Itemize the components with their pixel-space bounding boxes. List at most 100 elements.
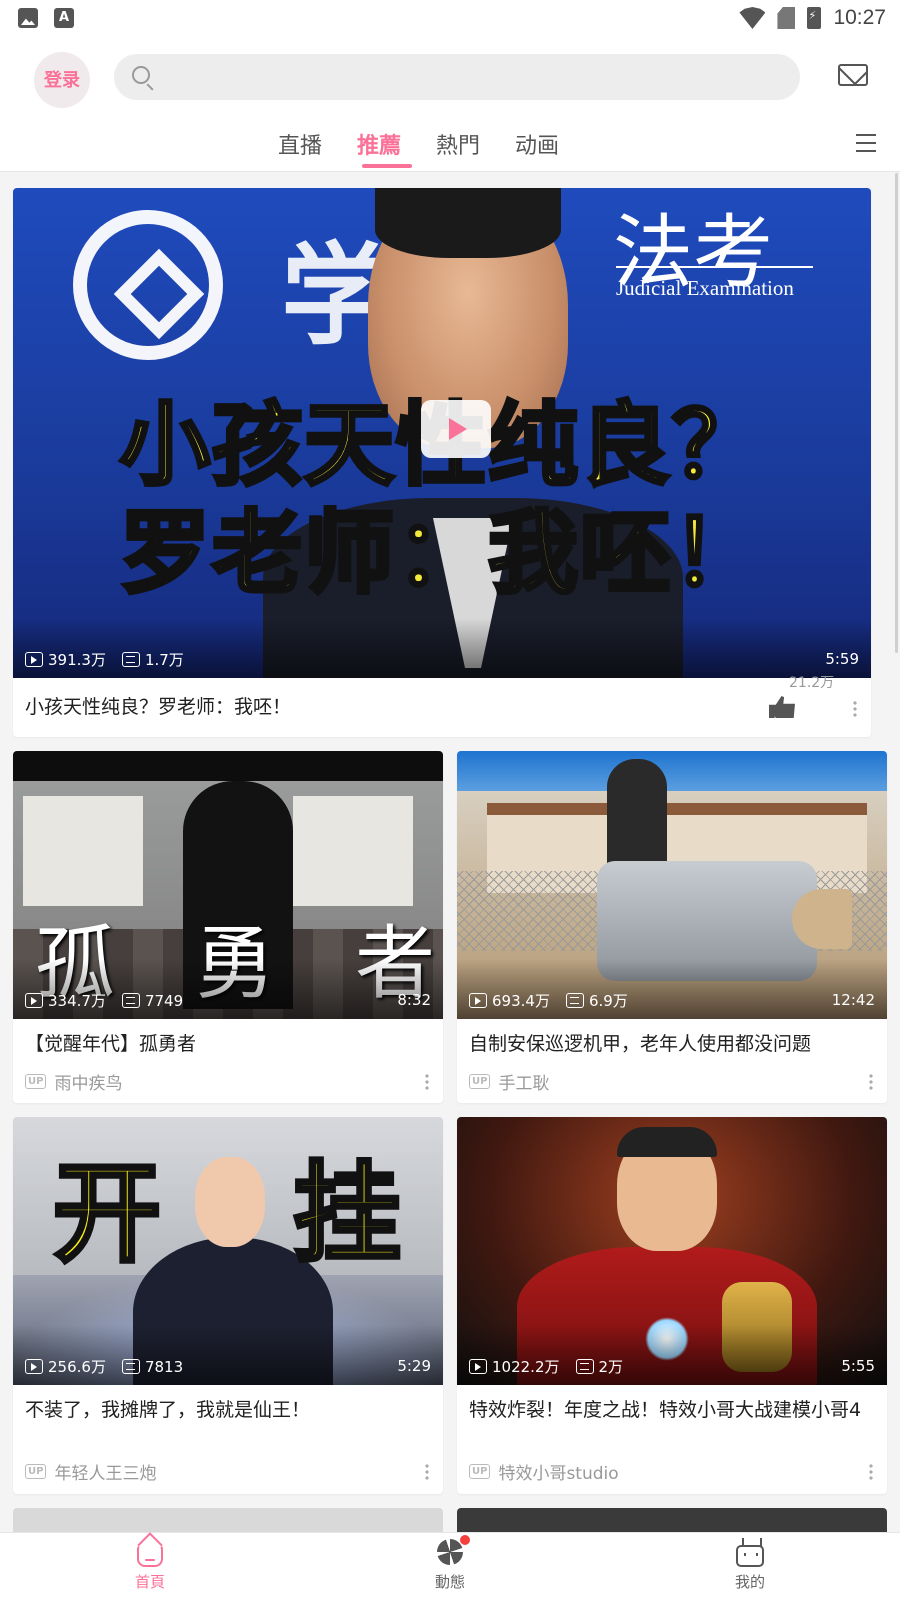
search-input[interactable] [114,54,800,100]
image-icon [18,8,38,28]
video-stats: 391.3万 1.7万 [25,649,184,670]
featured-video-card[interactable]: 学 法考 Judicial Examination 小孩天性纯良？ 罗老师：我呸… [13,188,871,737]
uploader-name: 特效小哥studio [498,1464,619,1484]
nav-home[interactable]: 首頁 [110,1539,190,1592]
mail-icon[interactable] [838,64,868,86]
up-badge-icon: UP [25,1464,47,1479]
video-stats: 693.4万 6.9万 [469,990,628,1011]
views-icon [469,993,487,1008]
more-options-icon[interactable] [869,1073,873,1091]
video-title[interactable]: 【觉醒年代】孤勇者 [25,1032,196,1057]
person-hair [375,188,561,258]
nav-label: 首頁 [134,1573,165,1591]
brand-subtitle: Judicial Examination [616,276,794,300]
video-card-partial[interactable] [13,1508,443,1532]
active-tab-indicator [362,164,412,168]
protest-banner [23,796,143,906]
bottom-navigation: 首頁 動態 我的 [0,1532,900,1600]
views-icon [25,1359,43,1374]
video-duration: 5:55 [841,1357,875,1375]
like-count: 21.2万 [789,675,835,691]
video-duration: 5:59 [825,650,859,668]
more-options-icon[interactable] [853,700,857,718]
video-card[interactable]: 开 挂 256.6万 7813 5:29 不装了，我摊牌了，我就是仙王！ UP … [13,1117,443,1494]
danmaku-count: 1.7万 [144,651,184,669]
nav-label: 動態 [434,1573,465,1591]
up-badge-icon: UP [469,1074,491,1089]
video-thumbnail[interactable]: 1022.2万 2万 5:55 [457,1117,887,1385]
video-card[interactable]: 孤 勇 者 334.7万 7749 8:32 【觉醒年代】孤勇者 UP 雨中疾鸟 [13,751,443,1103]
uploader[interactable]: UP 年轻人王三炮 [25,1459,156,1484]
person-hair [617,1127,717,1157]
more-options-icon[interactable] [425,1463,429,1481]
video-title[interactable]: 特效炸裂！年度之战！特效小哥大战建模小哥4 [469,1398,869,1423]
danmaku-count: 7813 [144,1357,184,1376]
uploader[interactable]: UP 雨中疾鸟 [25,1069,122,1094]
featured-thumbnail[interactable]: 学 法考 Judicial Examination 小孩天性纯良？ 罗老师：我呸… [13,188,871,678]
video-title[interactable]: 不装了，我摊牌了，我就是仙王！ [25,1398,310,1423]
overlay-line-2: 罗老师：我呸！ [118,499,764,608]
uploader-name: 手工耿 [498,1074,550,1094]
danmaku-icon [121,652,140,667]
nav-dynamic[interactable]: 動態 [410,1535,490,1592]
danmaku-count: 6.9万 [588,992,628,1010]
person-face [195,1157,265,1247]
views-icon [25,993,43,1008]
views-icon [25,652,43,667]
thumbnail-overlay-text: 挂 [291,1150,403,1279]
video-stats: 334.7万 7749 [25,990,183,1011]
view-count: 256.6万 [48,1358,106,1376]
view-count: 391.3万 [48,651,106,669]
up-badge-icon: UP [469,1464,491,1479]
tab-recommended[interactable]: 推薦 [357,128,401,160]
tv-icon [736,1545,764,1567]
play-icon[interactable] [421,400,491,458]
pinwheel-icon [436,1535,470,1567]
text-a-icon: A [54,8,74,28]
video-thumbnail[interactable]: 孤 勇 者 334.7万 7749 8:32 [13,751,443,1019]
view-count: 1022.2万 [492,1358,560,1376]
video-card-partial[interactable] [457,1508,887,1532]
tab-live[interactable]: 直播 [278,128,322,160]
video-card[interactable]: 1022.2万 2万 5:55 特效炸裂！年度之战！特效小哥大战建模小哥4 UP… [457,1117,887,1494]
danmaku-count: 2万 [598,1358,624,1376]
battery-charging-icon [807,7,822,29]
notification-dot [460,1535,470,1545]
protest-banner [293,796,413,906]
menu-icon[interactable] [856,134,876,154]
danmaku-icon [575,1359,594,1374]
uploader-name: 年轻人王三炮 [54,1464,157,1484]
app-header: 登录 直播 推薦 熱門 动画 [0,36,900,172]
no-sim-icon [777,7,796,29]
video-thumbnail[interactable]: 开 挂 256.6万 7813 5:29 [13,1117,443,1385]
status-bar: A 10:27 [0,0,900,36]
video-title[interactable]: 小孩天性纯良？罗老师：我呸！ [25,695,291,720]
more-options-icon[interactable] [869,1463,873,1481]
thumbs-up-icon[interactable] [769,696,795,718]
scrollbar[interactable] [895,173,898,653]
video-card[interactable]: 693.4万 6.9万 12:42 自制安保巡逻机甲，老年人使用都没问题 UP … [457,751,887,1103]
login-button[interactable]: 登录 [34,52,90,108]
danmaku-icon [121,993,140,1008]
up-badge-icon: UP [25,1074,47,1089]
nav-me[interactable]: 我的 [710,1539,790,1592]
tab-anime[interactable]: 动画 [515,128,559,160]
view-count: 334.7万 [48,992,106,1010]
uploader-name: 雨中疾鸟 [54,1074,123,1094]
tab-hot[interactable]: 熱門 [436,128,480,160]
view-count: 693.4万 [492,992,550,1010]
status-time: 10:27 [833,6,886,29]
video-duration: 8:32 [397,991,431,1009]
brand-logo-icon [73,210,223,360]
video-title[interactable]: 自制安保巡逻机甲，老年人使用都没问题 [469,1032,811,1057]
views-icon [469,1359,487,1374]
nav-label: 我的 [734,1573,765,1591]
more-options-icon[interactable] [425,1073,429,1091]
brand-divider [616,266,813,268]
wifi-icon [739,7,766,29]
category-tabs: 直播 推薦 熱門 动画 [0,124,900,172]
uploader[interactable]: UP 手工耿 [469,1069,549,1094]
danmaku-icon [565,993,584,1008]
video-thumbnail[interactable]: 693.4万 6.9万 12:42 [457,751,887,1019]
uploader[interactable]: UP 特效小哥studio [469,1459,619,1484]
